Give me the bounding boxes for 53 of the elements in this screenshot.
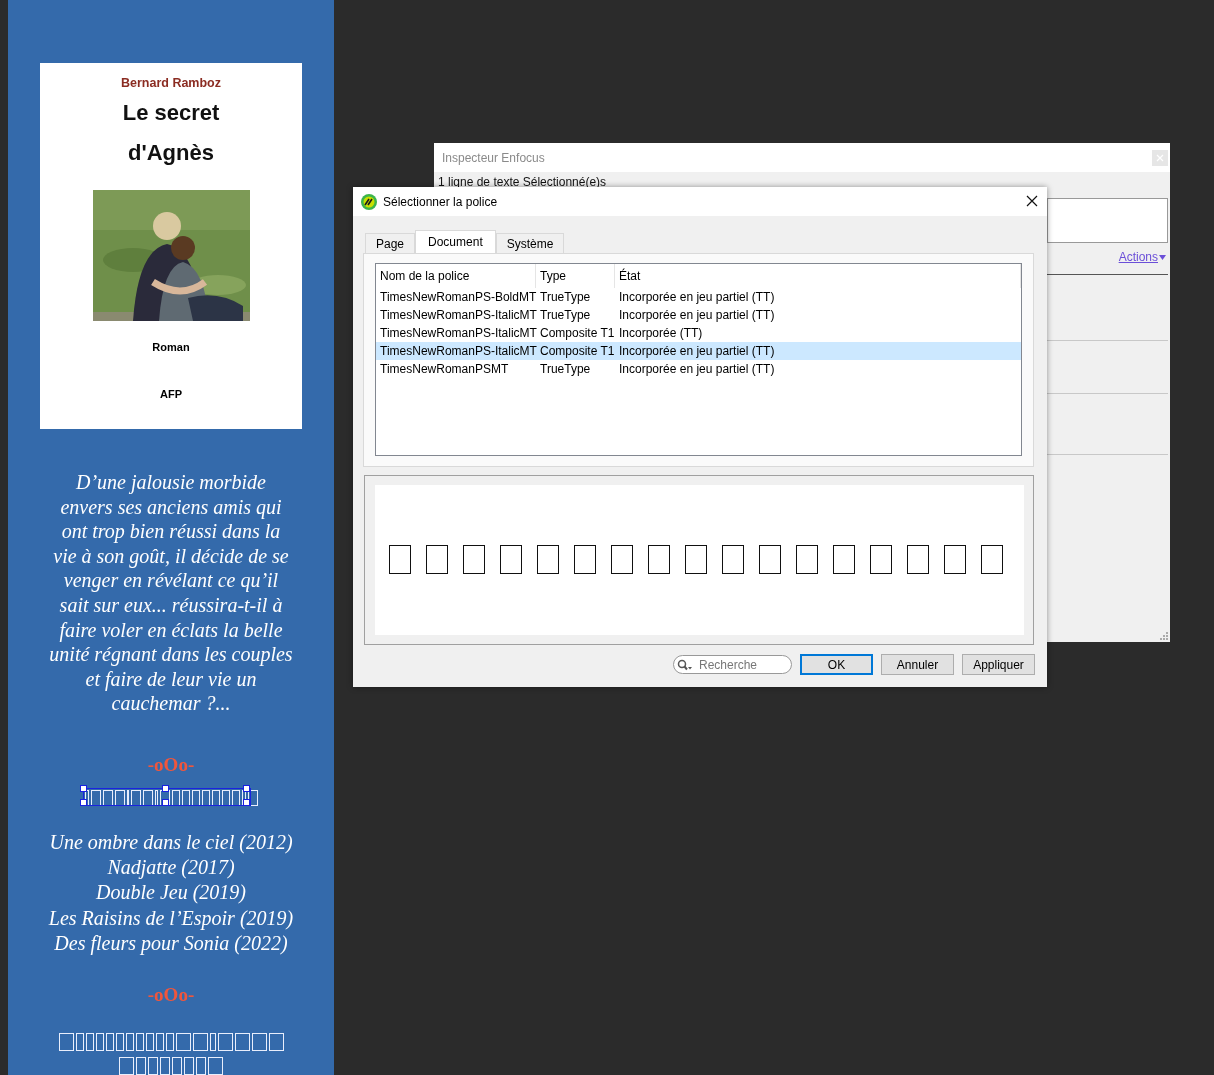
table-cell-text: TimesNewRomanPS-ItalicMT — [379, 326, 536, 340]
app-logo-icon — [361, 193, 377, 210]
cover-publisher: AFP — [160, 388, 182, 400]
table-cell-text: Incorporée en jeu partiel (TT) — [618, 308, 776, 322]
font-row[interactable]: TimesNewRomanPSMT TrueType Incorporée en jeu partiel (TT) — [376, 360, 1021, 378]
book-title: Les Raisins de l’Espoir (2019) — [48, 905, 294, 931]
window-title: Inspecteur Enfocus — [442, 150, 545, 165]
font-row[interactable]: TimesNewRomanPS-ItalicMT Composite T1 Incorporée en jeu partiel (TT) — [376, 342, 1021, 360]
tab[interactable]: Système — [495, 233, 565, 253]
table-cell-text: TrueType — [539, 308, 592, 322]
table-cell-text: Incorporée en jeu partiel (TT) — [618, 290, 776, 304]
blurb-text: D’une jalousie morbide envers ses anciens amis qui ont trop bien réussi dans la vie à son goût, il décide de se venger en révélant ce qu’il sait sur eux... réussira-t-il à faire voler en éclats la belle unité régnant dans les couples et faire de leur vie un cauchemar ?... — [49, 470, 293, 716]
cover-title: d'Agnès — [128, 139, 214, 167]
table-cell-text: TimesNewRomanPS-BoldMT — [379, 290, 536, 304]
table-cell-text: Incorporée en jeu partiel (TT) — [618, 344, 776, 358]
font-row[interactable]: TimesNewRomanPS-BoldMT TrueType Incorporée en jeu partiel (TT) — [376, 288, 1021, 306]
search-icon — [677, 659, 693, 671]
table-cell-text: Incorporée en jeu partiel (TT) — [618, 362, 776, 376]
actions-link[interactable]: Actions — [1118, 250, 1166, 264]
table-cell-text: Incorporée (TT) — [618, 326, 704, 340]
search-field[interactable]: Recherche — [673, 655, 792, 674]
dropdown-caret-icon — [1159, 254, 1166, 260]
table-cell-text: TrueType — [539, 290, 592, 304]
resize-grip-icon[interactable] — [1160, 632, 1168, 640]
dialog-button[interactable]: Appliquer — [962, 654, 1035, 675]
ornament: -oOo- — [147, 984, 195, 1006]
book-title: Nadjatte (2017) — [107, 855, 235, 881]
font-row[interactable]: TimesNewRomanPS-ItalicMT Composite T1 Incorporée (TT) — [376, 324, 1021, 342]
table-cell-text: Composite T1 — [539, 326, 615, 340]
table-cell-text: TimesNewRomanPSMT — [379, 362, 510, 376]
table-cell-text: TimesNewRomanPS-ItalicMT — [379, 308, 536, 322]
cover-title: Le secret — [122, 99, 220, 127]
font-row[interactable]: TimesNewRomanPS-ItalicMT TrueType Incorporée en jeu partiel (TT) — [376, 306, 1021, 324]
dialog-button[interactable]: Annuler — [881, 654, 954, 675]
close-icon[interactable] — [1025, 194, 1039, 208]
book-title: Une ombre dans le ciel (2012) — [49, 830, 293, 856]
book-title: Des fleurs pour Sonia (2022) — [54, 930, 288, 956]
column-header[interactable]: Type — [536, 264, 615, 288]
dialog-button[interactable]: OK — [800, 654, 873, 675]
ornament: -oOo- — [147, 754, 195, 776]
dialog-title: Sélectionner la police — [383, 194, 498, 209]
text-box[interactable] — [1047, 198, 1168, 243]
book-title: Double Jeu (2019) — [96, 880, 246, 906]
tab[interactable]: Document — [415, 230, 496, 253]
table-cell-text: TimesNewRomanPS-ItalicMT — [379, 344, 536, 358]
text-selection-frame[interactable] — [82, 788, 251, 806]
table-cell-text: TrueType — [539, 362, 592, 376]
column-header[interactable]: État — [615, 264, 1021, 288]
cover-author: Bernard Ramboz — [121, 76, 221, 90]
cover-genre: Roman — [152, 341, 190, 353]
tab[interactable]: Page — [365, 233, 416, 253]
column-header[interactable]: Nom de la police — [376, 264, 536, 288]
table-cell-text: Composite T1 — [539, 344, 615, 358]
